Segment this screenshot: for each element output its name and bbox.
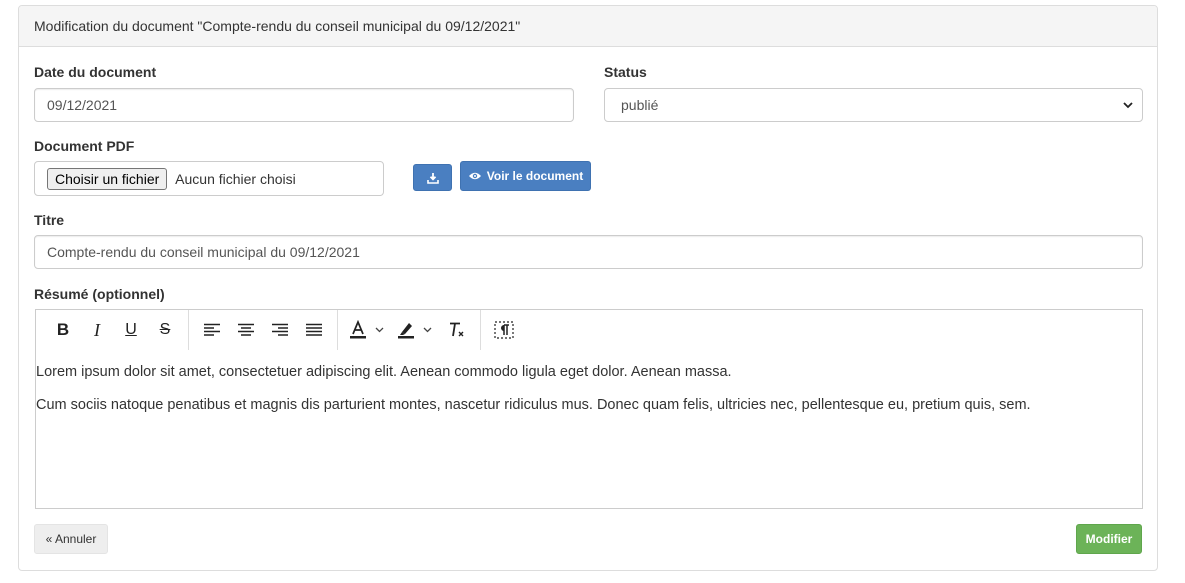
toolbar-group-alignment [189, 310, 338, 350]
toolbar-group-blocks [481, 310, 527, 350]
choose-file-button[interactable]: Choisir un fichier [47, 168, 168, 190]
italic-icon: I [94, 319, 100, 340]
highlight-color-icon [398, 323, 432, 339]
pdf-label: Document PDF [34, 138, 135, 154]
italic-button[interactable]: I [80, 315, 114, 345]
rich-text-editor[interactable]: B I U S Lorem ipsum dolor sit amet, cons… [35, 309, 1143, 509]
text-color-button[interactable] [344, 315, 392, 345]
highlight-color-button[interactable] [392, 315, 440, 345]
show-blocks-button[interactable] [487, 315, 521, 345]
file-status-text: Aucun fichier choisi [175, 171, 296, 187]
align-center-button[interactable] [229, 315, 263, 345]
panel-heading: Modification du document "Compte-rendu d… [19, 6, 1157, 47]
toolbar-group-colors [338, 310, 481, 350]
download-icon [426, 172, 439, 184]
status-select[interactable]: publié [604, 88, 1143, 122]
align-left-icon [204, 323, 220, 336]
align-justify-icon [306, 323, 322, 336]
title-label: Titre [34, 212, 65, 228]
view-document-label: Voir le document [486, 169, 584, 183]
date-input[interactable] [34, 88, 574, 122]
toolbar-group-text-style: B I U S [40, 310, 189, 350]
clear-format-icon [450, 322, 464, 337]
show-blocks-icon [494, 321, 514, 339]
status-label: Status [604, 64, 647, 80]
editor-toolbar: B I U S [36, 310, 1142, 350]
align-right-icon [272, 323, 288, 336]
cancel-button[interactable]: « Annuler [34, 524, 108, 554]
date-label: Date du document [34, 64, 157, 80]
panel-title: Modification du document "Compte-rendu d… [34, 18, 521, 34]
underline-icon: U [125, 321, 137, 338]
eye-icon [468, 172, 481, 180]
summary-label: Résumé (optionnel) [34, 286, 165, 302]
download-button[interactable] [413, 164, 452, 191]
bold-icon: B [56, 320, 70, 339]
strikethrough-button[interactable]: S [148, 315, 182, 345]
view-document-button[interactable]: Voir le document [460, 161, 591, 191]
edit-document-panel: Modification du document "Compte-rendu d… [18, 5, 1158, 571]
submit-label: Modifier [1085, 532, 1133, 546]
cancel-label: « Annuler [45, 532, 97, 546]
editor-content[interactable]: Lorem ipsum dolor sit amet, consectetuer… [36, 350, 1142, 414]
status-selected-value: publié [621, 97, 659, 113]
align-justify-button[interactable] [297, 315, 331, 345]
strikethrough-icon: S [159, 321, 171, 338]
pdf-file-input[interactable]: Choisir un fichier Aucun fichier choisi [34, 161, 384, 196]
editor-paragraph: Cum sociis natoque penatibus et magnis d… [36, 397, 1031, 413]
bold-button[interactable]: B [46, 315, 80, 345]
chevron-down-icon [1123, 102, 1133, 109]
editor-paragraph: Lorem ipsum dolor sit amet, consectetuer… [36, 364, 732, 380]
text-color-icon [350, 320, 384, 339]
align-center-icon [238, 323, 254, 336]
underline-button[interactable]: U [114, 315, 148, 345]
clear-format-button[interactable] [440, 315, 474, 345]
align-right-button[interactable] [263, 315, 297, 345]
title-input[interactable] [34, 235, 1143, 269]
submit-button[interactable]: Modifier [1076, 524, 1142, 554]
align-left-button[interactable] [195, 315, 229, 345]
